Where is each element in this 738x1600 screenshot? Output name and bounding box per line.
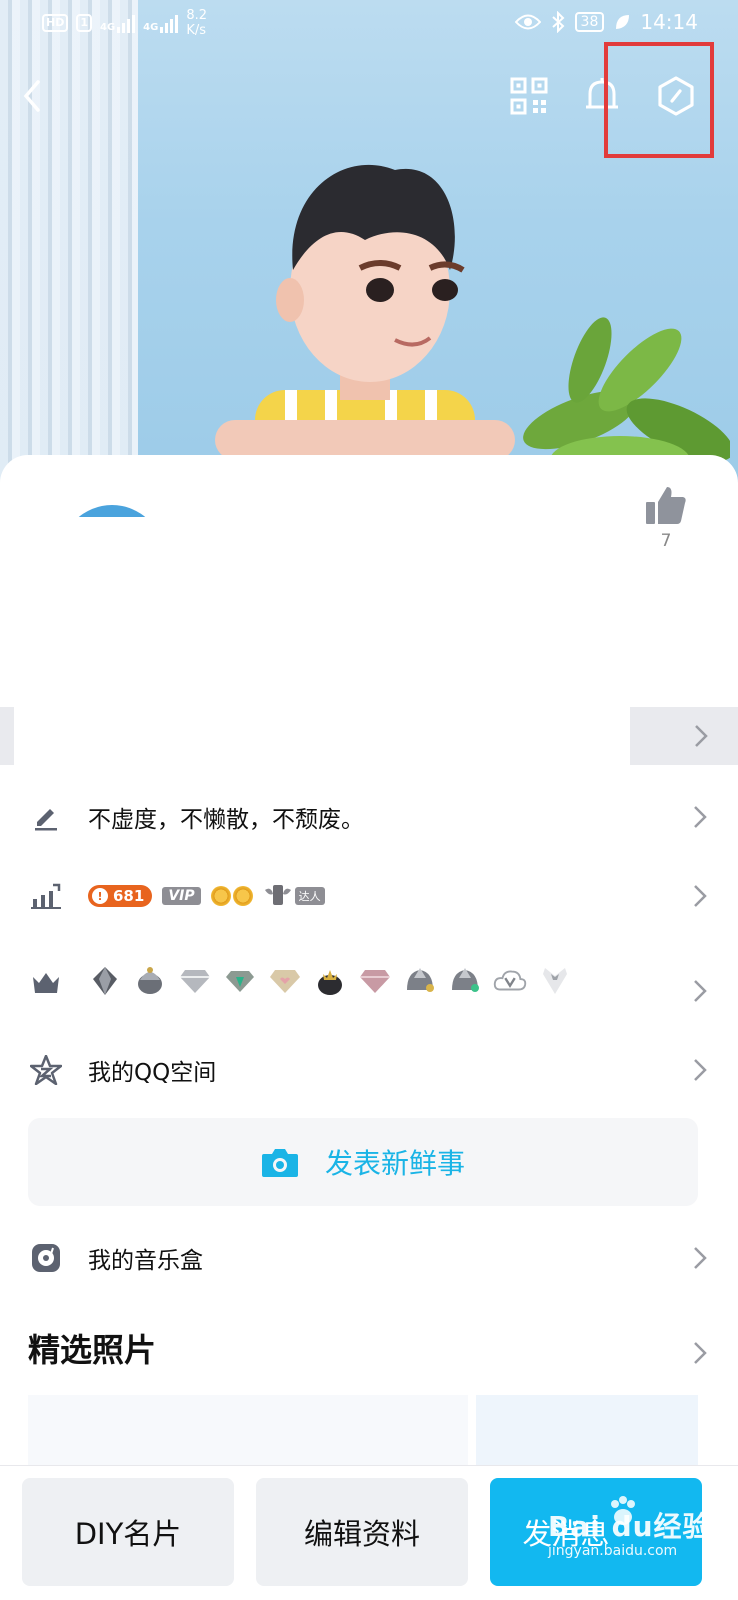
daren-badge: 达人 bbox=[263, 882, 325, 910]
chevron-right-icon bbox=[694, 885, 707, 907]
photo-thumbnail[interactable] bbox=[28, 1395, 468, 1475]
green-helmet-icon bbox=[448, 965, 482, 997]
thumbs-up-icon bbox=[646, 487, 686, 524]
eye-icon bbox=[514, 14, 541, 30]
back-button[interactable] bbox=[8, 72, 56, 120]
crown-icon bbox=[30, 966, 62, 998]
sun-icon bbox=[232, 886, 253, 906]
black-penguin-crown-icon bbox=[313, 965, 347, 997]
green-diamond-icon bbox=[223, 965, 257, 997]
vip-badge: VIP bbox=[162, 887, 201, 905]
highlight-annotation-box bbox=[604, 42, 714, 158]
badge-list bbox=[88, 965, 572, 997]
signal-icon-2: 4G bbox=[143, 13, 179, 33]
penguin-helmet-icon bbox=[133, 965, 167, 997]
tag-strip-left bbox=[0, 707, 14, 765]
qzone-row[interactable]: 我的QQ空间 bbox=[0, 1035, 738, 1105]
chevron-right-icon bbox=[695, 725, 708, 747]
network-type-1: 4G bbox=[100, 22, 116, 33]
signature-row[interactable]: 不虚度，不懒散，不颓废。 bbox=[0, 782, 738, 852]
tuxedo-icon bbox=[538, 965, 572, 997]
level-chart-icon bbox=[30, 880, 62, 912]
like-button[interactable]: 7 bbox=[640, 485, 692, 551]
speed-value: 8.2 bbox=[186, 8, 208, 23]
edit-profile-button[interactable]: 编辑资料 bbox=[256, 1478, 468, 1586]
network-type-2: 4G bbox=[143, 22, 159, 33]
watermark-url: jingyan.baidu.com bbox=[548, 1543, 678, 1559]
selected-photos-title: 精选照片 bbox=[28, 1331, 157, 1369]
diy-card-button[interactable]: DIY名片 bbox=[22, 1478, 234, 1586]
gold-heart-diamond-icon bbox=[268, 965, 302, 997]
leaf-icon bbox=[616, 15, 630, 29]
qzone-star-icon bbox=[30, 1054, 62, 1086]
back-arrow-icon bbox=[23, 80, 40, 112]
like-count: 7 bbox=[660, 531, 672, 551]
tag-strip-right[interactable] bbox=[630, 707, 738, 765]
sim-badge: 1 bbox=[76, 14, 92, 32]
speed-unit: K/s bbox=[186, 23, 207, 38]
clock: 14:14 bbox=[640, 10, 698, 34]
music-box-row[interactable]: 我的音乐盒 bbox=[0, 1223, 738, 1293]
camera-icon bbox=[261, 1149, 298, 1177]
baidu-jingyan-watermark: Bai du经验 jingyan.baidu.com bbox=[540, 1495, 730, 1570]
cartoon-avatar-figure bbox=[215, 164, 515, 480]
level-icon: ! bbox=[92, 888, 108, 904]
sun-icons bbox=[210, 886, 253, 906]
watermark-brand: Bai du经验 bbox=[548, 1510, 712, 1543]
music-disc-icon bbox=[30, 1242, 62, 1274]
daren-label: 达人 bbox=[294, 887, 325, 905]
qr-code-icon bbox=[510, 77, 548, 115]
qr-code-button[interactable] bbox=[505, 72, 553, 120]
level-badges: ! 681 VIP 达人 bbox=[88, 882, 325, 910]
signature-text: 不虚度，不懒散，不颓废。 bbox=[88, 807, 364, 833]
level-pill: ! 681 bbox=[88, 885, 153, 907]
silver-diamond-icon bbox=[88, 965, 122, 997]
level-value: 681 bbox=[113, 887, 145, 905]
hd-badge: HD bbox=[42, 14, 69, 32]
avatar[interactable] bbox=[60, 505, 164, 517]
music-box-label: 我的音乐盒 bbox=[88, 1248, 203, 1274]
chevron-right-icon bbox=[694, 806, 707, 828]
chevron-right-icon bbox=[694, 1247, 707, 1269]
post-new-moment-button[interactable]: 发表新鲜事 bbox=[28, 1118, 698, 1206]
sun-icon bbox=[210, 886, 231, 906]
network-speed: 8.2 K/s bbox=[186, 8, 207, 38]
post-button-label: 发表新鲜事 bbox=[324, 1147, 465, 1180]
profile-card: 7 不虚度，不懒散，不颓废。 ! 681 VIP 达人 我的QQ空间 发表新鲜事… bbox=[0, 455, 738, 1600]
photo-thumbnail[interactable] bbox=[476, 1395, 698, 1475]
badges-row[interactable] bbox=[0, 947, 738, 1017]
chevron-right-icon bbox=[694, 980, 707, 1002]
diamond-icon bbox=[178, 965, 212, 997]
qzone-label: 我的QQ空间 bbox=[88, 1060, 217, 1086]
gray-helmet-icon bbox=[403, 965, 437, 997]
level-row[interactable]: ! 681 VIP 达人 bbox=[0, 861, 738, 931]
bluetooth-icon bbox=[551, 11, 564, 33]
chevron-right-icon bbox=[694, 1059, 707, 1081]
signal-icon: 4G bbox=[100, 13, 136, 33]
winged-phone-icon bbox=[264, 885, 291, 905]
pen-icon bbox=[30, 801, 62, 833]
chevron-right-icon[interactable] bbox=[692, 1339, 708, 1367]
battery-icon: 38 bbox=[574, 12, 605, 32]
pink-diamond-icon bbox=[358, 965, 392, 997]
cloud-v-icon bbox=[493, 965, 527, 997]
